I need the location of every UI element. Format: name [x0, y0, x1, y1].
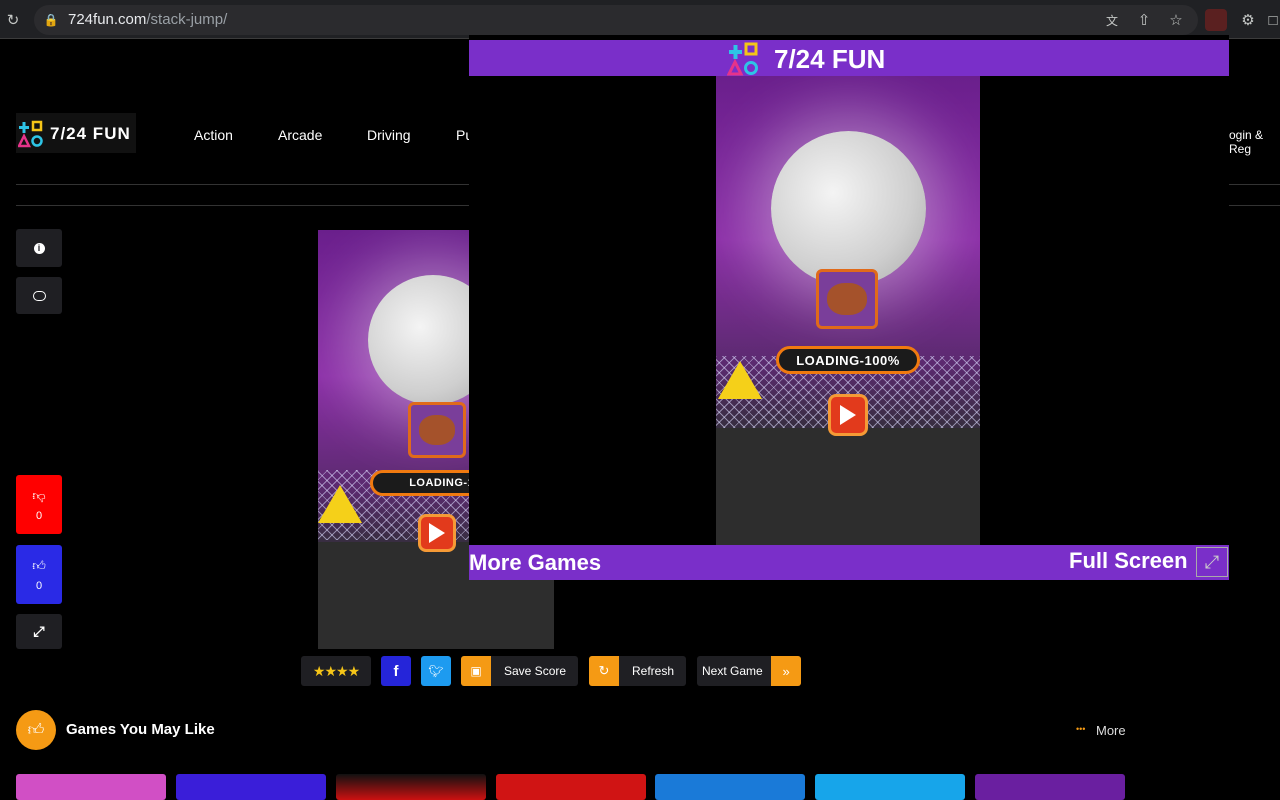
dislike-count: 0	[35, 509, 43, 522]
star-icon[interactable]: ★	[336, 663, 349, 680]
play-icon	[429, 523, 445, 543]
moon	[771, 131, 926, 286]
game-thumbnail[interactable]	[176, 774, 326, 800]
save-score-label: Save Score	[504, 664, 567, 678]
character-avatar	[408, 402, 466, 458]
twitter-icon: 🐦︎	[428, 664, 444, 678]
refresh-label: Refresh	[632, 664, 675, 678]
section-icon: 👍︎	[16, 710, 56, 750]
star-icon[interactable]: ☆	[1165, 9, 1187, 31]
url-text[interactable]: 724fun.com/stack-jump/	[68, 11, 227, 28]
nav-arcade[interactable]: Arcade	[278, 127, 322, 143]
next-game-label: Next Game	[702, 664, 763, 678]
login-register-link[interactable]: ogin & Reg	[1229, 128, 1280, 156]
extension-avatar-icon[interactable]	[1205, 9, 1227, 31]
refresh-icon: ↻	[589, 656, 619, 686]
comments-button[interactable]	[16, 277, 62, 314]
dislike-button[interactable]: 👎︎ 0	[16, 475, 62, 534]
side-panel-icon[interactable]: □	[1266, 9, 1280, 31]
full-screen-link[interactable]: Full Screen	[1069, 548, 1188, 574]
next-game-button[interactable]: Next Game »	[697, 656, 801, 686]
thumbs-down-icon: 👎︎	[32, 487, 46, 503]
save-score-button[interactable]: ▣ Save Score	[461, 656, 578, 686]
thumbs-up-icon: 👍︎	[32, 557, 46, 573]
star-icon[interactable]: ★	[313, 663, 326, 680]
star-icon[interactable]: ★	[324, 663, 337, 680]
next-arrow-icon: »	[771, 656, 801, 686]
full-screen-icon[interactable]: ⤢	[1196, 547, 1228, 577]
refresh-button[interactable]: ↻ Refresh	[589, 656, 686, 686]
logo-shapes-icon	[18, 120, 43, 148]
expand-icon: ⤢	[33, 623, 45, 639]
logo-text: 7/24 FUN	[50, 124, 131, 143]
info-icon: i	[33, 242, 45, 254]
save-icon: ▣	[461, 656, 491, 686]
browser-toolbar: ↻ 🔒 724fun.com/stack-jump/ 文 ⇧ ☆ ⚙ □	[0, 0, 1280, 39]
thumbs-up-icon: 👍︎	[27, 721, 45, 739]
more-dots-icon: •••	[1076, 724, 1086, 734]
game-thumbnail[interactable]	[496, 774, 646, 800]
warning-sign	[718, 361, 762, 399]
star-icon[interactable]: ★	[348, 663, 361, 680]
warning-sign	[318, 485, 362, 523]
game-thumbnail[interactable]	[336, 774, 486, 800]
like-count: 0	[35, 579, 43, 592]
loading-bar: LOADING-100%	[776, 346, 920, 374]
site-logo[interactable]: 7/24 FUN	[16, 113, 136, 153]
translate-icon[interactable]: 文	[1101, 9, 1123, 31]
nav-driving[interactable]: Driving	[367, 127, 411, 143]
ground	[716, 428, 980, 545]
reload-icon[interactable]: ↻	[2, 9, 24, 31]
overlay-header: 7/24 FUN	[469, 40, 1229, 76]
overlay-game-canvas[interactable]: LOADING-100%	[716, 76, 980, 545]
lock-icon[interactable]: 🔒	[40, 9, 62, 31]
game-thumbnail[interactable]	[655, 774, 805, 800]
nav-action[interactable]: Action	[194, 127, 233, 143]
game-thumbnail[interactable]	[975, 774, 1125, 800]
facebook-icon: f	[393, 662, 399, 680]
play-button[interactable]	[828, 394, 868, 436]
twitter-share-button[interactable]: 🐦︎	[421, 656, 451, 686]
like-button[interactable]: 👍︎ 0	[16, 545, 62, 604]
info-button[interactable]: i	[16, 229, 62, 267]
play-button[interactable]	[418, 514, 456, 552]
overlay-title: 7/24 FUN	[774, 44, 886, 74]
facebook-share-button[interactable]: f	[381, 656, 411, 686]
play-icon	[840, 405, 856, 425]
character-avatar	[816, 269, 878, 329]
logo-shapes-icon	[727, 42, 758, 76]
share-icon[interactable]: ⇧	[1133, 9, 1155, 31]
extension-puzzle-icon[interactable]: ⚙	[1237, 9, 1259, 31]
game-thumbnail[interactable]	[16, 774, 166, 800]
more-link[interactable]: More	[1096, 723, 1126, 738]
rating-stars[interactable]: ★ ★ ★ ★	[301, 656, 371, 686]
overlay-footer: More Games Full Screen ⤢	[469, 545, 1229, 580]
more-games-link[interactable]: More Games	[469, 550, 601, 576]
fullscreen-button[interactable]: ⤢	[16, 614, 62, 649]
game-thumbnail[interactable]	[815, 774, 965, 800]
comment-icon	[32, 290, 46, 301]
game-overlay-window[interactable]: 7/24 FUN LOADING-100% More Games Full Sc…	[469, 35, 1229, 580]
section-title: Games You May Like	[66, 721, 215, 738]
